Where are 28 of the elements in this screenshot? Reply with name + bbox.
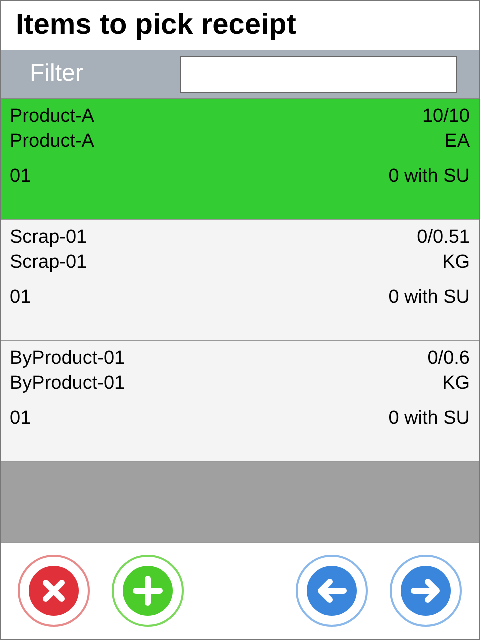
item-description: Scrap-01 bbox=[10, 251, 88, 274]
item-code: 01 bbox=[10, 407, 32, 431]
item-name: Scrap-01 bbox=[10, 226, 88, 249]
filter-label: Filter bbox=[30, 59, 84, 89]
plus-icon bbox=[132, 575, 164, 607]
item-description: Product-A bbox=[10, 130, 94, 153]
item-name: Product-A bbox=[10, 105, 94, 128]
item-unit: EA bbox=[444, 130, 470, 153]
filter-field[interactable] bbox=[180, 56, 457, 92]
item-quantity: 0/0.6 bbox=[428, 347, 470, 370]
item-unit: KG bbox=[442, 372, 470, 395]
arrow-right-icon bbox=[410, 577, 442, 605]
item-code: 01 bbox=[10, 165, 32, 189]
arrow-left-icon bbox=[316, 577, 348, 605]
item-unit: KG bbox=[442, 251, 470, 274]
item-su-count: 0 with SU bbox=[388, 165, 470, 189]
item-quantity: 10/10 bbox=[422, 105, 470, 128]
close-icon bbox=[41, 578, 67, 604]
item-row[interactable]: Scrap-01 0/0.51 Scrap-01 KG 01 0 with SU bbox=[1, 220, 479, 341]
item-su-count: 0 with SU bbox=[388, 286, 470, 310]
item-row[interactable]: Product-A 10/10 Product-A EA 01 0 with SU bbox=[1, 99, 479, 220]
item-code: 01 bbox=[10, 286, 32, 310]
item-su-count: 0 with SU bbox=[388, 407, 470, 431]
item-description: ByProduct-01 bbox=[10, 372, 126, 395]
item-row[interactable]: ByProduct-01 0/0.6 ByProduct-01 KG 01 0 with SU bbox=[1, 341, 479, 462]
item-name: ByProduct-01 bbox=[10, 347, 126, 370]
item-quantity: 0/0.51 bbox=[417, 226, 470, 249]
window-title: Items to pick receipt bbox=[16, 8, 296, 43]
